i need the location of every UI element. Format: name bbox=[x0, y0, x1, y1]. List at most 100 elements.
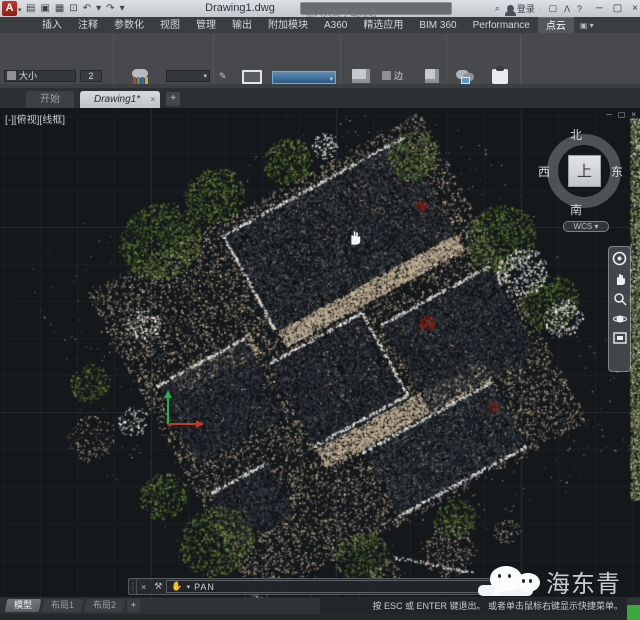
point-cloud-canvas[interactable] bbox=[0, 108, 640, 598]
wcs-dropdown[interactable]: WCS ▾ bbox=[563, 221, 609, 232]
close-button[interactable]: × bbox=[632, 3, 638, 14]
tab-drawing1[interactable]: Drawing1* × bbox=[80, 91, 160, 108]
command-caret-icon: ▾ bbox=[187, 583, 191, 591]
signin-label: 登录 bbox=[517, 2, 535, 15]
section-edge-button[interactable]: 边 bbox=[382, 70, 403, 82]
autodesk360-icon[interactable]: Λ bbox=[564, 4, 570, 14]
command-close-icon[interactable]: × bbox=[141, 582, 146, 592]
window-controls: ─ ▢ × bbox=[596, 0, 638, 17]
command-line-bar[interactable]: ⋮ × ⚒ ✋ ▾ PAN bbox=[128, 578, 500, 595]
tab-output[interactable]: 输出 bbox=[224, 17, 260, 33]
app-logo-icon[interactable]: A bbox=[2, 1, 17, 16]
file-tab-bar: 开始 Drawing1* × + bbox=[0, 88, 640, 108]
tab-addins[interactable]: 附加模块 bbox=[260, 17, 316, 33]
tab-performance[interactable]: Performance bbox=[465, 17, 538, 33]
showmotion-tool-icon[interactable] bbox=[613, 332, 627, 344]
section-plane-icon bbox=[352, 69, 370, 83]
dwg-close-icon[interactable]: × bbox=[631, 110, 636, 119]
navigation-wheel-icon[interactable] bbox=[612, 251, 627, 266]
section-edge-icon bbox=[382, 71, 391, 80]
search-icon[interactable]: ⌕ bbox=[495, 3, 500, 14]
viewcube-top-face[interactable]: 上 bbox=[568, 155, 601, 187]
drawing-window-controls: ─ ▢ × bbox=[606, 110, 636, 119]
tab-layout2[interactable]: 布局2 bbox=[84, 599, 126, 612]
help-icon[interactable]: ? bbox=[577, 4, 582, 14]
ribbon-panel-area: 大小 2 细节等级 10 ⟋ ↕ ↻ ⇅ 三维漫游 扫描颜色 ▾ ▾ 颜色映射 bbox=[0, 33, 640, 88]
dwg-minimize-icon[interactable]: ─ bbox=[606, 110, 612, 119]
point-cloud-manager-icon bbox=[456, 69, 476, 84]
tab-close-icon[interactable]: × bbox=[150, 91, 155, 108]
stylize-dropdown[interactable]: ▾ bbox=[166, 70, 210, 82]
tab-view[interactable]: 视图 bbox=[152, 17, 188, 33]
quick-access-toolbar: ▤ ▣ ▦ ⊡ ↶ ▾ ↷ ▾ bbox=[26, 0, 125, 17]
status-bar: 模型 布局1 布局2 + 按 ESC 或 ENTER 键退出。 或者单击鼠标右键… bbox=[0, 598, 640, 620]
plot-icon[interactable]: ⊡ bbox=[69, 3, 77, 14]
open-icon[interactable]: ▣ bbox=[40, 3, 49, 14]
command-input[interactable]: ✋ ▾ PAN bbox=[166, 580, 496, 593]
tab-parametric[interactable]: 参数化 bbox=[106, 17, 152, 33]
titlebar-right-tools: ⌕ 登录 ▾ ▢ Λ ? bbox=[495, 0, 582, 17]
exchange-apps-icon[interactable]: ▢ bbox=[548, 3, 557, 14]
zoom-tool-icon[interactable] bbox=[613, 292, 627, 306]
point-size-value[interactable]: 2 bbox=[80, 70, 102, 82]
tab-manage[interactable]: 管理 bbox=[188, 17, 224, 33]
viewcube-west[interactable]: 西 bbox=[538, 163, 550, 180]
redo-icon[interactable]: ↷ bbox=[106, 3, 114, 14]
watermark: 海东青青 bbox=[468, 558, 640, 600]
help-search-box[interactable] bbox=[300, 2, 452, 15]
panel-separator bbox=[213, 35, 214, 83]
viewcube-south[interactable]: 南 bbox=[570, 201, 582, 218]
maximize-button[interactable]: ▢ bbox=[613, 3, 622, 14]
viewport-controls-label[interactable]: [-][俯视][线框] bbox=[5, 111, 65, 126]
watermark-green-block bbox=[627, 605, 640, 620]
ribbon-options-icon[interactable]: ▣ ▾ bbox=[580, 21, 594, 30]
tab-layout1[interactable]: 布局1 bbox=[42, 599, 84, 612]
pan-tool-icon[interactable] bbox=[613, 272, 627, 286]
dwg-restore-icon[interactable]: ▢ bbox=[618, 110, 626, 119]
tab-start[interactable]: 开始 bbox=[26, 91, 74, 108]
viewcube-east[interactable]: 东 bbox=[611, 163, 623, 180]
drawing-tab-label: Drawing1* bbox=[94, 94, 140, 105]
crop-state-dropdown[interactable]: ▾ bbox=[272, 71, 336, 84]
active-command: PAN bbox=[194, 582, 215, 592]
minimize-button[interactable]: ─ bbox=[596, 3, 603, 14]
save-icon[interactable]: ▦ bbox=[55, 3, 64, 14]
scan-colors-icon bbox=[130, 69, 152, 85]
navigation-bar[interactable] bbox=[608, 246, 631, 372]
status-bar-lower bbox=[0, 614, 640, 620]
command-bar-handle[interactable]: ⋮ bbox=[129, 579, 137, 594]
new-icon[interactable]: ▤ bbox=[26, 3, 35, 14]
qat-caret-icon[interactable]: ▾ bbox=[120, 3, 125, 14]
external-reference-icon bbox=[492, 69, 508, 84]
section-line-icon bbox=[425, 69, 439, 83]
layout-tabs: 模型 布局1 布局2 + bbox=[6, 599, 140, 612]
rectangle-icon bbox=[242, 70, 262, 84]
wechat-icon-small bbox=[516, 573, 540, 592]
tab-bim360[interactable]: BIM 360 bbox=[411, 17, 464, 33]
tab-point-cloud[interactable]: 点云 bbox=[538, 17, 574, 33]
command-hand-icon: ✋ bbox=[171, 581, 182, 592]
point-size-icon bbox=[7, 71, 16, 80]
autocad-window: A ▾ ▤ ▣ ▦ ⊡ ↶ ▾ ↷ ▾ Drawing1.dwg ⌕ 登录 ▾ … bbox=[0, 0, 640, 620]
new-tab-button[interactable]: + bbox=[166, 92, 180, 106]
orbit-tool-icon[interactable] bbox=[613, 312, 627, 326]
app-menu-caret-icon[interactable]: ▾ bbox=[18, 6, 22, 14]
tab-a360[interactable]: A360 bbox=[316, 17, 355, 33]
tab-insert[interactable]: 插入 bbox=[34, 17, 70, 33]
status-message: 按 ESC 或 ENTER 键退出。 或者单击鼠标右键显示快捷菜单。 bbox=[320, 598, 627, 614]
signin-button[interactable]: 登录 ▾ bbox=[507, 2, 542, 15]
person-icon bbox=[507, 5, 514, 12]
panel-separator bbox=[446, 35, 447, 83]
tab-model[interactable]: 模型 bbox=[5, 599, 42, 612]
new-layout-button[interactable]: + bbox=[127, 599, 140, 612]
signin-caret-icon: ▾ bbox=[538, 5, 542, 13]
drawing-viewport[interactable]: [-][俯视][线框] ─ ▢ × 上 北 南 西 东 WCS ▾ bbox=[0, 108, 640, 598]
viewcube-north[interactable]: 北 bbox=[570, 126, 582, 143]
undo-icon[interactable]: ↶ bbox=[83, 3, 91, 14]
crop-polyline-icon[interactable]: ✎ bbox=[219, 70, 227, 82]
tab-annotate[interactable]: 注释 bbox=[70, 17, 106, 33]
tab-featured-apps[interactable]: 精选应用 bbox=[355, 17, 411, 33]
undo-caret-icon[interactable]: ▾ bbox=[96, 3, 101, 14]
point-size-field[interactable]: 大小 bbox=[4, 70, 76, 82]
command-customize-icon[interactable]: ⚒ bbox=[154, 581, 162, 592]
